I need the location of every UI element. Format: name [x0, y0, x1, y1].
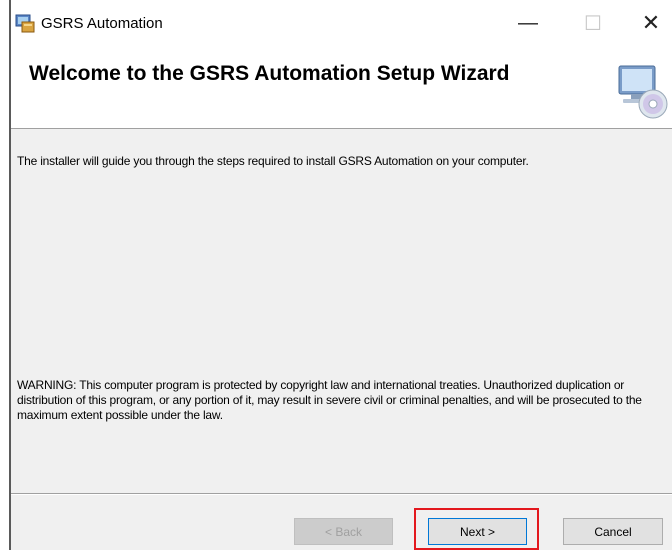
intro-text: The installer will guide you through the… [17, 154, 529, 168]
wizard-content: The installer will guide you through the… [11, 129, 672, 490]
close-button[interactable]: ✕ [631, 8, 671, 38]
page-title: Welcome to the GSRS Automation Setup Wiz… [29, 62, 510, 85]
cancel-button[interactable]: Cancel [563, 518, 663, 545]
minimize-button[interactable]: — [508, 8, 548, 38]
maximize-button[interactable]: ☐ [573, 8, 613, 38]
wizard-header: Welcome to the GSRS Automation Setup Wiz… [11, 50, 672, 129]
window-title: GSRS Automation [41, 15, 163, 32]
footer-separator [11, 493, 672, 495]
title-bar: GSRS Automation — ☐ ✕ [11, 0, 672, 50]
back-button[interactable]: < Back [294, 518, 393, 545]
setup-window: GSRS Automation — ☐ ✕ Welcome to the GSR… [9, 0, 672, 550]
computer-cd-icon [618, 65, 668, 119]
installer-app-icon [15, 14, 35, 33]
copyright-warning: WARNING: This computer program is protec… [17, 378, 642, 422]
next-button-highlight [414, 508, 539, 550]
